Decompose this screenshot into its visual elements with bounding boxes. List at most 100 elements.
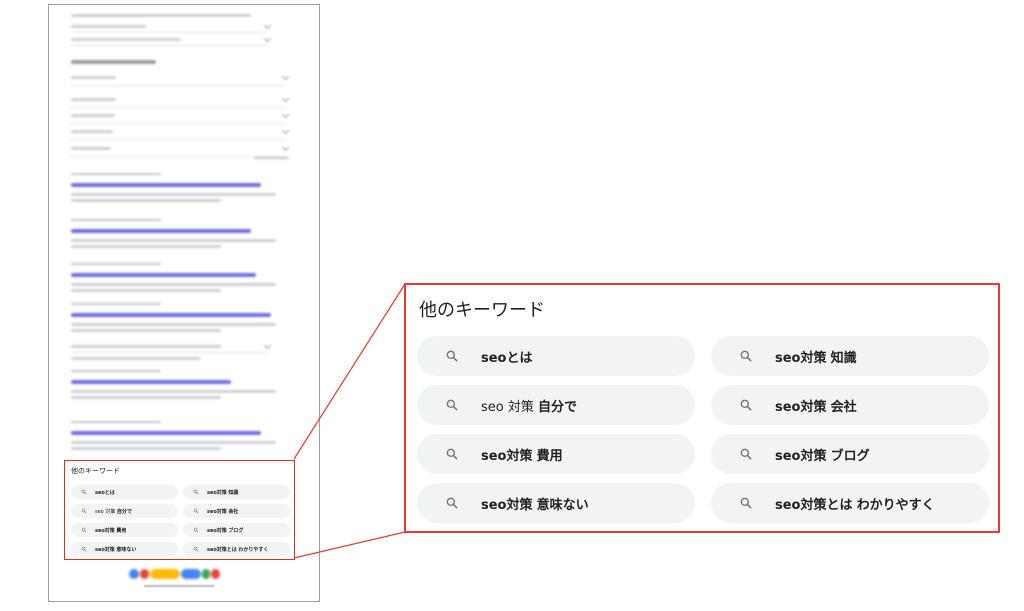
- chip-text-prefix: seo対策とは: [207, 546, 237, 553]
- blurred-line: [71, 123, 286, 124]
- chevron-down-icon: [281, 72, 290, 81]
- chevron-down-icon: [281, 94, 290, 103]
- blurred-line: [71, 32, 267, 33]
- mini-related-keyword-chip[interactable]: seo対策とは わかりやすく: [183, 542, 290, 556]
- chip-text-prefix: seo対策: [207, 489, 227, 496]
- mini-related-keyword-chip[interactable]: seo対策 意味ない: [71, 542, 178, 556]
- chevron-down-icon: [281, 126, 290, 135]
- chip-text-prefix: seo対策: [207, 527, 227, 534]
- search-icon: [446, 497, 458, 509]
- chip-text-bold: 会社: [228, 508, 239, 515]
- search-icon: [193, 508, 199, 514]
- search-icon: [740, 497, 752, 509]
- blurred-line: [71, 345, 221, 348]
- chip-text-bold: ブログ: [228, 527, 244, 534]
- google-logo: [129, 567, 221, 581]
- search-results-thumbnail: 他のキーワード seoとは seo対策 知識 seo 対策 自分で seo対策 会社 s…: [48, 4, 320, 602]
- blurred-line: [71, 357, 201, 360]
- mini-related-keyword-chip[interactable]: seo対策 会社: [183, 504, 290, 518]
- related-keyword-chip[interactable]: seo対策 意味ない: [417, 483, 695, 523]
- blurred-line: [71, 289, 221, 292]
- chip-text-prefix: seo対策: [775, 448, 827, 464]
- blurred-line: [71, 25, 146, 28]
- search-icon: [193, 546, 199, 552]
- search-icon: [740, 350, 752, 362]
- blurred-line: [71, 273, 256, 277]
- pagination: [144, 585, 214, 587]
- chip-text-bold: わかりやすく: [238, 546, 269, 553]
- blurred-line: [71, 229, 251, 233]
- mini-related-keyword-chip[interactable]: seoとは: [71, 485, 178, 499]
- search-icon: [740, 448, 752, 460]
- blurred-line: [71, 441, 276, 444]
- blurred-line: [71, 139, 286, 140]
- chip-text-prefix: seo対策: [95, 546, 115, 553]
- chip-text-bold: 意味ない: [116, 546, 137, 553]
- related-keywords-zoom-panel: 他のキーワード seoとは seo対策 知識 seo 対策 自分で seo対策 会社 s…: [404, 283, 1000, 533]
- blurred-line: [71, 38, 181, 41]
- search-icon: [81, 489, 87, 495]
- blurred-line: [71, 147, 111, 150]
- blurred-line: [71, 45, 267, 46]
- chevron-down-icon: [263, 21, 272, 30]
- blurred-line: [71, 329, 221, 332]
- mini-related-keyword-chip[interactable]: seo対策 知識: [183, 485, 290, 499]
- chip-text-middle: seo 対策: [481, 399, 538, 415]
- chip-text-prefix: seo対策: [207, 508, 227, 515]
- related-keyword-chip[interactable]: seo対策とは わかりやすく: [711, 483, 989, 523]
- search-icon: [81, 546, 87, 552]
- blurred-line: [71, 183, 261, 187]
- blurred-line: [71, 352, 267, 353]
- related-keyword-chip[interactable]: seo対策 ブログ: [711, 434, 989, 474]
- blurred-line: [71, 199, 221, 202]
- search-icon: [81, 508, 87, 514]
- chip-text-prefix: seo対策とは: [775, 497, 853, 513]
- related-keyword-chip[interactable]: seo対策 知識: [711, 336, 989, 376]
- related-keyword-chip[interactable]: seo対策 費用: [417, 434, 695, 474]
- blurred-results: [49, 5, 319, 460]
- chip-text-bold: 会社: [830, 399, 857, 415]
- blurred-line: [254, 157, 289, 159]
- blurred-line: [71, 303, 161, 305]
- related-keyword-chip[interactable]: seoとは: [417, 336, 695, 376]
- blurred-line: [71, 219, 161, 221]
- chip-text-bold: わかりやすく: [856, 497, 935, 513]
- chevron-down-icon: [263, 34, 272, 43]
- blurred-line: [71, 14, 251, 17]
- mini-related-keyword-chip[interactable]: seo対策 費用: [71, 523, 178, 537]
- blurred-line: [71, 447, 221, 450]
- related-keyword-chip[interactable]: seo 対策 自分で: [417, 385, 695, 425]
- blurred-line: [71, 85, 286, 86]
- chip-text-prefix: seo対策: [95, 527, 115, 534]
- related-keyword-chip[interactable]: seo対策 会社: [711, 385, 989, 425]
- search-icon: [446, 448, 458, 460]
- mini-related-keyword-chip[interactable]: seo 対策 自分で: [71, 504, 178, 518]
- blurred-line: [71, 380, 231, 384]
- search-icon: [193, 489, 199, 495]
- blurred-line: [71, 390, 276, 393]
- blurred-line: [71, 370, 161, 372]
- search-icon: [446, 399, 458, 411]
- related-keywords-title: 他のキーワード: [419, 300, 545, 321]
- chip-text-prefix: seoとは: [481, 350, 533, 366]
- blurred-line: [71, 98, 116, 101]
- blurred-line: [71, 263, 161, 265]
- chip-text-prefix: seo対策: [481, 497, 533, 513]
- blurred-line: [71, 313, 271, 317]
- blurred-line: [71, 114, 115, 117]
- blurred-line: [71, 173, 161, 175]
- blurred-line: [71, 60, 156, 64]
- chevron-down-icon: [281, 143, 290, 152]
- blurred-line: [71, 193, 276, 196]
- chip-text-prefix: seo対策: [481, 448, 533, 464]
- search-icon: [446, 350, 458, 362]
- mini-related-keyword-chip[interactable]: seo対策 ブログ: [183, 523, 290, 537]
- blurred-line: [71, 245, 221, 248]
- chip-text-bold: ブログ: [830, 448, 870, 464]
- chip-text-bold: 自分で: [116, 508, 132, 515]
- chip-text-bold: 費用: [536, 448, 563, 464]
- blurred-line: [71, 76, 116, 79]
- blurred-line: [71, 107, 286, 108]
- blurred-line: [71, 396, 221, 399]
- search-icon: [740, 399, 752, 411]
